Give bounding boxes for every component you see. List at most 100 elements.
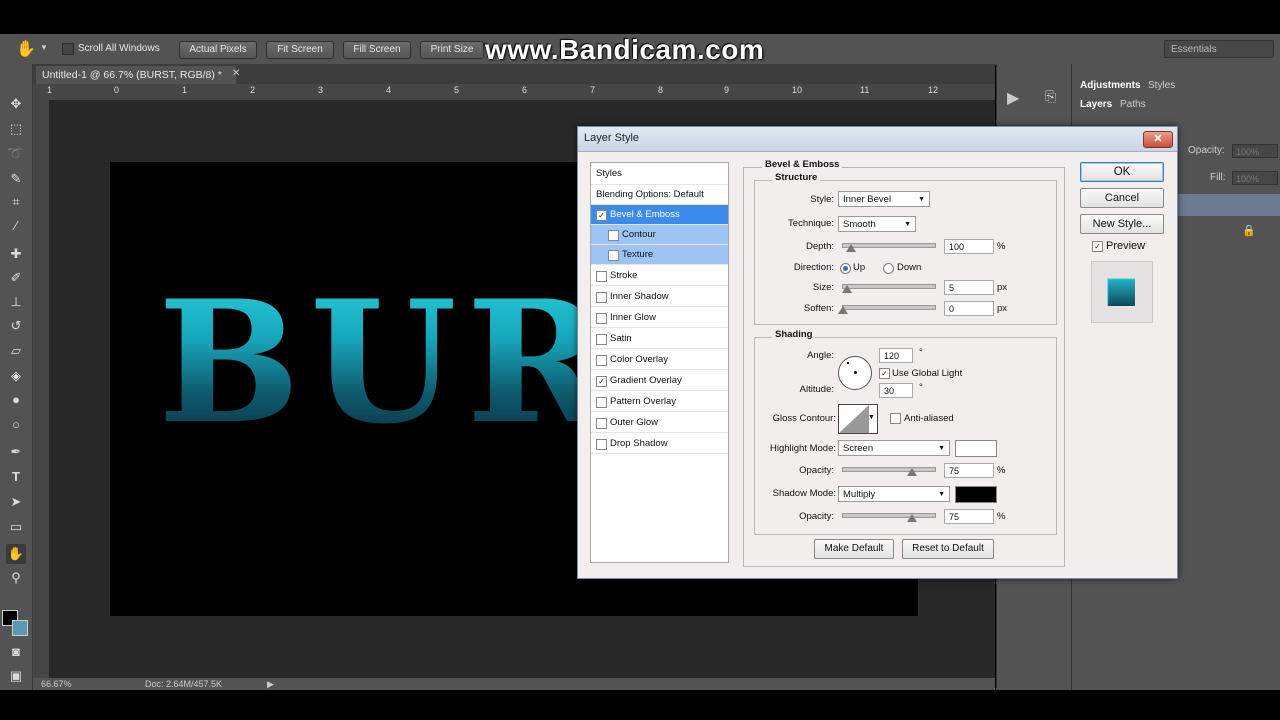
- blur-tool-icon[interactable]: ●: [6, 390, 26, 410]
- fit-screen-button[interactable]: Fit Screen: [266, 41, 334, 59]
- ok-button[interactable]: OK: [1080, 162, 1164, 182]
- list-item-gradient-overlay[interactable]: ✓ Gradient Overlay: [591, 371, 728, 391]
- drop-shadow-checkbox[interactable]: [596, 439, 607, 450]
- quick-mask-icon[interactable]: ◙: [6, 642, 26, 662]
- depth-input[interactable]: 100: [944, 239, 994, 254]
- path-selection-tool-icon[interactable]: ➤: [6, 492, 26, 512]
- crop-tool-icon[interactable]: ⌗: [6, 192, 26, 212]
- texture-checkbox[interactable]: [608, 250, 619, 261]
- highlight-mode-dropdown[interactable]: Screen ▼: [838, 440, 950, 456]
- inner-glow-checkbox[interactable]: [596, 313, 607, 324]
- soften-slider-thumb[interactable]: [838, 306, 848, 314]
- satin-checkbox[interactable]: [596, 334, 607, 345]
- hand-tool-icon[interactable]: ✋: [6, 544, 26, 564]
- cancel-button[interactable]: Cancel: [1080, 188, 1164, 208]
- angle-input[interactable]: 120: [879, 348, 913, 363]
- play-action-icon[interactable]: ▶: [1007, 88, 1019, 108]
- preview-checkbox[interactable]: ✓: [1092, 241, 1103, 252]
- dialog-title-bar[interactable]: Layer Style ✕: [578, 127, 1177, 152]
- new-style-button[interactable]: New Style...: [1080, 214, 1164, 234]
- bevel-emboss-checkbox[interactable]: ✓: [596, 210, 607, 221]
- pen-tool-icon[interactable]: ✒: [6, 442, 26, 462]
- shadow-opacity-input[interactable]: 75: [944, 509, 994, 524]
- clone-stamp-tool-icon[interactable]: ⊥: [6, 292, 26, 312]
- fill-field[interactable]: 100%: [1232, 171, 1278, 185]
- fill-screen-button[interactable]: Fill Screen: [343, 41, 411, 59]
- soften-slider[interactable]: [842, 305, 936, 310]
- list-item-color-overlay[interactable]: Color Overlay: [591, 350, 728, 370]
- size-slider[interactable]: [842, 284, 936, 289]
- gloss-contour-picker[interactable]: ▼: [838, 404, 878, 434]
- list-item-pattern-overlay[interactable]: Pattern Overlay: [591, 392, 728, 412]
- outer-glow-checkbox[interactable]: [596, 418, 607, 429]
- list-item-blending-options[interactable]: Blending Options: Default: [591, 185, 728, 205]
- inner-shadow-checkbox[interactable]: [596, 292, 607, 303]
- list-item-stroke[interactable]: Stroke: [591, 266, 728, 286]
- quick-selection-tool-icon[interactable]: ✎: [6, 169, 26, 189]
- shape-tool-icon[interactable]: ▭: [6, 517, 26, 537]
- highlight-opacity-thumb[interactable]: [907, 468, 917, 476]
- tab-layers[interactable]: Layers: [1080, 97, 1112, 113]
- size-slider-thumb[interactable]: [842, 285, 852, 293]
- size-input[interactable]: 5: [944, 280, 994, 295]
- style-dropdown[interactable]: Inner Bevel ▼: [838, 191, 930, 207]
- angle-dial[interactable]: [838, 356, 872, 390]
- contour-checkbox[interactable]: [608, 230, 619, 241]
- color-overlay-checkbox[interactable]: [596, 355, 607, 366]
- altitude-input[interactable]: 30: [879, 383, 913, 398]
- tab-adjustments[interactable]: Adjustments: [1080, 78, 1141, 94]
- zoom-tool-icon[interactable]: ⚲: [6, 568, 26, 588]
- hand-tool-icon[interactable]: ✋: [16, 39, 36, 59]
- status-menu-arrow-icon[interactable]: ▶: [267, 678, 274, 690]
- list-item-bevel-emboss[interactable]: ✓ Bevel & Emboss: [591, 205, 728, 225]
- history-brush-tool-icon[interactable]: ↺: [6, 316, 26, 336]
- stroke-checkbox[interactable]: [596, 271, 607, 282]
- type-tool-icon[interactable]: T: [6, 467, 26, 487]
- list-item-satin[interactable]: Satin: [591, 329, 728, 349]
- paint-bucket-tool-icon[interactable]: ◈: [6, 366, 26, 386]
- highlight-opacity-input[interactable]: 75: [944, 463, 994, 478]
- highlight-opacity-slider[interactable]: [842, 467, 936, 472]
- close-tab-icon[interactable]: ✕: [232, 68, 240, 79]
- depth-slider-thumb[interactable]: [846, 244, 856, 252]
- technique-dropdown[interactable]: Smooth ▼: [838, 216, 916, 232]
- close-button[interactable]: ✕: [1143, 131, 1173, 148]
- opacity-field[interactable]: 100%: [1232, 144, 1278, 158]
- print-size-button[interactable]: Print Size: [420, 41, 484, 59]
- shadow-opacity-slider[interactable]: [842, 513, 936, 518]
- document-tab[interactable]: Untitled-1 @ 66.7% (BURST, RGB/8) *: [36, 66, 236, 84]
- lasso-tool-icon[interactable]: ➰: [6, 144, 26, 164]
- list-item-inner-shadow[interactable]: Inner Shadow: [591, 287, 728, 307]
- soften-input[interactable]: 0: [944, 301, 994, 316]
- highlight-color-swatch[interactable]: [955, 440, 997, 457]
- move-tool-icon[interactable]: ✥: [6, 94, 26, 114]
- background-color-swatch[interactable]: [12, 620, 28, 636]
- depth-slider[interactable]: [842, 243, 936, 248]
- history-panel-icon[interactable]: ⎘: [1045, 88, 1056, 105]
- make-default-button[interactable]: Make Default: [814, 539, 894, 559]
- tool-preset-chevron-icon[interactable]: ▼: [40, 43, 48, 52]
- marquee-tool-icon[interactable]: ⬚: [6, 119, 26, 139]
- shadow-color-swatch[interactable]: [955, 486, 997, 503]
- eyedropper-tool-icon[interactable]: ⁄: [6, 216, 26, 236]
- list-item-texture[interactable]: Texture: [591, 245, 728, 265]
- healing-brush-tool-icon[interactable]: ✚: [6, 244, 26, 264]
- styles-header[interactable]: Styles: [591, 163, 728, 185]
- selected-layer-row[interactable]: [1176, 194, 1280, 216]
- list-item-outer-glow[interactable]: Outer Glow: [591, 413, 728, 433]
- shadow-mode-dropdown[interactable]: Multiply ▼: [838, 486, 950, 502]
- zoom-level[interactable]: 66.67%: [41, 678, 72, 690]
- direction-up-radio[interactable]: [840, 263, 851, 274]
- list-item-drop-shadow[interactable]: Drop Shadow: [591, 434, 728, 454]
- shadow-opacity-thumb[interactable]: [907, 514, 917, 522]
- screen-mode-icon[interactable]: ▣: [6, 666, 26, 686]
- use-global-light-checkbox[interactable]: ✓: [879, 368, 890, 379]
- brush-tool-icon[interactable]: ✐: [6, 268, 26, 288]
- actual-pixels-button[interactable]: Actual Pixels: [179, 41, 257, 59]
- pattern-overlay-checkbox[interactable]: [596, 397, 607, 408]
- reset-to-default-button[interactable]: Reset to Default: [902, 539, 994, 559]
- tab-paths[interactable]: Paths: [1120, 97, 1146, 113]
- dodge-tool-icon[interactable]: ○: [6, 415, 26, 435]
- scroll-all-windows-checkbox[interactable]: [62, 43, 74, 55]
- eraser-tool-icon[interactable]: ▱: [6, 341, 26, 361]
